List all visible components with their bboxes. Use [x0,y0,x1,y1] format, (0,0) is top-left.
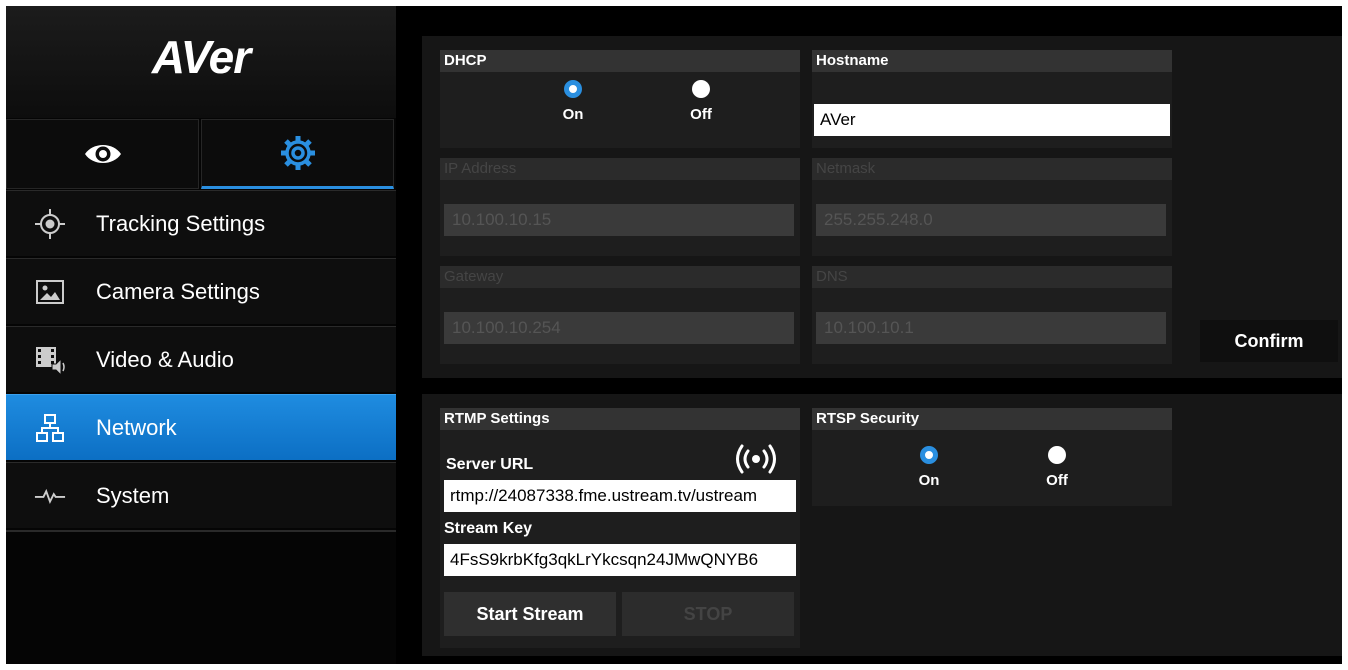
rtsp-off-label: Off [1046,472,1068,489]
start-stream-button[interactable]: Start Stream [444,592,616,636]
stream-key-label: Stream Key [444,520,533,537]
sidebar-item-label: Tracking Settings [96,210,266,236]
dns-field: 10.100.10.1 [816,312,1166,344]
netmask-title: Netmask [812,158,1172,180]
tab-settings[interactable] [201,119,394,189]
netmask-field: 255.255.248.0 [816,204,1166,236]
gear-icon [280,136,315,170]
pulse-icon [34,480,66,512]
dhcp-on-radio[interactable] [564,80,582,98]
dhcp-panel: DHCP On Off [440,50,800,148]
sidebar-item-label: Video & Audio [96,346,234,372]
broadcast-icon [734,444,778,479]
sidebar-item-label: Camera Settings [96,278,260,304]
rtsp-off-radio[interactable] [1048,446,1066,464]
crosshair-icon [34,208,66,240]
dns-panel: DNS 10.100.10.1 [812,266,1172,364]
eye-icon [84,145,121,163]
sidebar-divider [6,530,396,532]
dhcp-on-label: On [562,106,584,123]
sidebar-item-system[interactable]: System [6,462,396,528]
rtmp-title: RTMP Settings [440,408,800,430]
tab-view[interactable] [6,119,199,189]
rtsp-on-radio[interactable] [920,446,938,464]
dns-title: DNS [812,266,1172,288]
rtsp-security-panel: RTSP Security On Off [812,408,1172,506]
stream-settings-section: RTMP Settings Server URL Stream Key Star… [422,394,1342,656]
dhcp-off-radio[interactable] [692,80,710,98]
server-url-input[interactable] [444,480,796,512]
sidebar-item-camera-settings[interactable]: Camera Settings [6,258,396,324]
confirm-button[interactable]: Confirm [1200,320,1338,362]
dhcp-off-label: Off [690,106,712,123]
stop-stream-button[interactable]: STOP [622,592,794,636]
ip-address-title: IP Address [440,158,800,180]
hostname-title: Hostname [812,50,1172,72]
ip-address-panel: IP Address 10.100.10.15 [440,158,800,256]
gateway-title: Gateway [440,266,800,288]
network-icon [34,412,66,444]
ip-address-field: 10.100.10.15 [444,204,794,236]
rtsp-on-label: On [918,472,940,489]
sidebar-item-label: System [96,482,170,508]
app-window: AVer Tracking Settings Camera Settings V… [6,6,1342,664]
gateway-field: 10.100.10.254 [444,312,794,344]
sidebar-item-tracking-settings[interactable]: Tracking Settings [6,190,396,256]
video-audio-icon [34,344,66,376]
main-content: DHCP On Off Hostname IP Address 10.100.1… [398,6,1342,664]
hostname-panel: Hostname [812,50,1172,148]
stream-key-input[interactable] [444,544,796,576]
brand-logo: AVer [151,31,251,83]
sidebar-item-label: Network [96,414,177,440]
logo-area: AVer [6,6,396,118]
sidebar-item-network[interactable]: Network [6,394,396,460]
gateway-panel: Gateway 10.100.10.254 [440,266,800,364]
netmask-panel: Netmask 255.255.248.0 [812,158,1172,256]
server-url-label: Server URL [446,456,534,473]
rtsp-title: RTSP Security [812,408,1172,430]
ip-settings-section: DHCP On Off Hostname IP Address 10.100.1… [422,36,1342,378]
image-icon [34,276,66,308]
dhcp-title: DHCP [440,50,800,72]
rtmp-panel: RTMP Settings Server URL Stream Key Star… [440,408,800,648]
hostname-input[interactable] [814,104,1170,136]
sidebar-item-video-audio[interactable]: Video & Audio [6,326,396,392]
sidebar: AVer Tracking Settings Camera Settings V… [6,6,396,664]
